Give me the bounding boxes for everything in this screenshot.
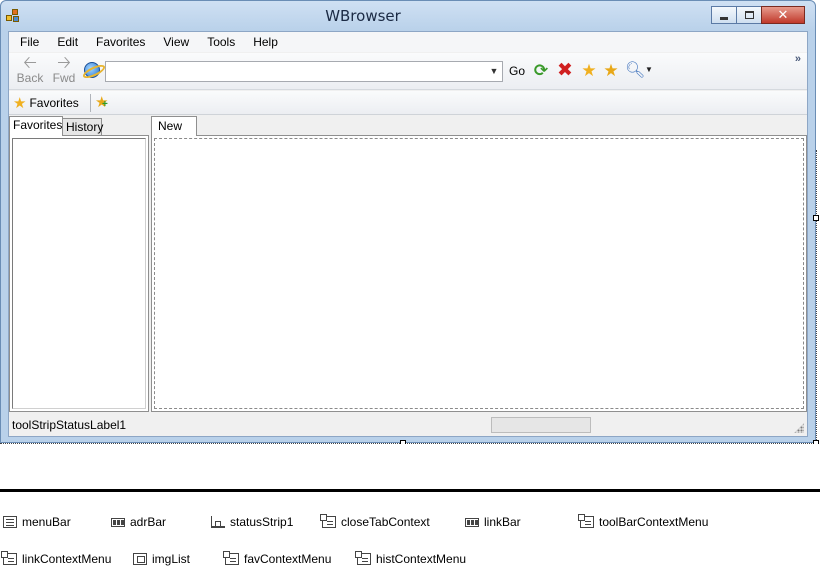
web-browser-area[interactable] [154, 138, 804, 409]
search-dropdown-icon[interactable]: ▼ [645, 65, 653, 74]
menu-view[interactable]: View [154, 33, 198, 51]
close-icon: ✕ [777, 7, 789, 22]
tray-item-adrbar[interactable]: adrBar [111, 515, 166, 529]
maximize-icon [744, 11, 754, 19]
close-button[interactable]: ✕ [761, 6, 805, 24]
context-menu-icon [223, 551, 239, 565]
favorites-link-button[interactable]: ★ Favorites [13, 94, 79, 112]
menu-file[interactable]: File [11, 33, 48, 51]
progress-bar [491, 417, 591, 433]
tray-item-label: adrBar [130, 515, 167, 529]
menu-tools[interactable]: Tools [198, 33, 244, 51]
minimize-button[interactable] [711, 6, 737, 24]
menu-favorites[interactable]: Favorites [87, 33, 154, 51]
tray-item-label: closeTabContext [341, 515, 430, 529]
toolbar-separator [90, 94, 91, 112]
forward-button[interactable]: 🡢 Fwd [49, 53, 79, 87]
tool-strip-icon [111, 517, 125, 527]
address-combo[interactable]: ▼ [105, 61, 503, 82]
browser-window: WBrowser ✕ File Edit Favorites View Tool… [0, 0, 816, 443]
resize-handle-right[interactable] [813, 215, 819, 221]
component-tray: menuBar adrBar statusStrip1 closeTabCont… [0, 492, 820, 576]
tray-item-label: toolBarContextMenu [599, 515, 709, 529]
selection-outline-right [816, 150, 817, 442]
tray-item-statusstrip[interactable]: statusStrip1 [211, 515, 293, 529]
add-star-icon[interactable]: ★ [601, 61, 621, 81]
toolbar-overflow-button[interactable]: » [795, 53, 801, 65]
tray-item-imglist[interactable]: imgList [133, 552, 190, 566]
star-icon[interactable]: ★ [579, 61, 599, 81]
refresh-icon[interactable]: ⟳ [531, 61, 551, 81]
back-button[interactable]: 🡠 Back [15, 53, 45, 87]
favorites-tree[interactable] [12, 138, 146, 409]
tray-item-linkcontextmenu[interactable]: linkContextMenu [1, 551, 112, 566]
link-bar: ★ Favorites ★ + [9, 91, 807, 115]
status-strip-icon [211, 516, 225, 528]
tray-item-histcontextmenu[interactable]: histContextMenu [355, 551, 467, 566]
address-input[interactable] [106, 62, 486, 81]
chevron-down-icon[interactable]: ▼ [488, 64, 500, 79]
left-tab-strip: Favorites History [9, 116, 149, 136]
back-label: Back [16, 71, 44, 85]
address-toolbar: 🡠 Back 🡢 Fwd ▼ Go ⟳ ✖ ★ ★ 🔍︎ ▼ » [9, 53, 807, 90]
tray-item-menubar[interactable]: menuBar [3, 515, 71, 529]
tool-strip-icon [465, 517, 479, 527]
tray-item-label: favContextMenu [244, 552, 332, 566]
left-panel [9, 135, 149, 412]
minimize-icon [720, 16, 728, 20]
client-area: File Edit Favorites View Tools Help 🡠 Ba… [8, 31, 808, 437]
menu-strip-icon [3, 516, 17, 528]
designer-surface [0, 444, 820, 489]
title-bar[interactable]: WBrowser ✕ [1, 1, 815, 31]
stop-icon[interactable]: ✖ [555, 61, 575, 81]
tray-item-label: imgList [152, 552, 191, 566]
tab-favorites[interactable]: Favorites [9, 116, 63, 136]
tab-new[interactable]: New [151, 116, 197, 136]
tray-item-linkbar[interactable]: linkBar [465, 515, 521, 529]
tray-item-closetabcontext[interactable]: closeTabContext [320, 514, 430, 529]
browser-tab-strip: New [151, 116, 807, 136]
menu-edit[interactable]: Edit [48, 33, 87, 51]
go-button[interactable]: Go [509, 64, 525, 78]
tray-item-label: histContextMenu [376, 552, 467, 566]
back-arrow-icon: 🡠 [23, 53, 37, 72]
tray-item-label: linkBar [484, 515, 521, 529]
caption-buttons: ✕ [711, 6, 805, 24]
browser-globe-icon[interactable] [84, 62, 100, 78]
status-label: toolStripStatusLabel1 [12, 418, 127, 432]
menu-bar: File Edit Favorites View Tools Help [9, 32, 807, 52]
context-menu-icon [1, 551, 17, 565]
status-strip: toolStripStatusLabel1 [9, 414, 807, 436]
resize-grip-icon[interactable] [794, 423, 804, 433]
context-menu-icon [320, 514, 336, 528]
tray-item-label: linkContextMenu [22, 552, 112, 566]
context-menu-icon [578, 514, 594, 528]
star-icon: ★ [13, 95, 27, 112]
magnifier-icon[interactable]: 🔍︎ [625, 61, 645, 81]
image-list-icon [133, 553, 147, 565]
tray-item-label: statusStrip1 [230, 515, 294, 529]
tab-history[interactable]: History [62, 118, 103, 136]
favorites-link-label: Favorites [29, 96, 79, 110]
window-title: WBrowser [325, 7, 401, 25]
tray-item-label: menuBar [22, 515, 71, 529]
browser-tab-page [151, 135, 807, 412]
tray-item-favcontextmenu[interactable]: favContextMenu [223, 551, 332, 566]
tray-item-toolbarcontextmenu[interactable]: toolBarContextMenu [578, 514, 709, 529]
menu-help[interactable]: Help [244, 33, 287, 51]
maximize-button[interactable] [736, 6, 762, 24]
forward-arrow-icon: 🡢 [57, 53, 71, 72]
add-link-icon[interactable]: ★ + [95, 93, 108, 111]
forward-label: Fwd [52, 71, 76, 85]
context-menu-icon [355, 551, 371, 565]
